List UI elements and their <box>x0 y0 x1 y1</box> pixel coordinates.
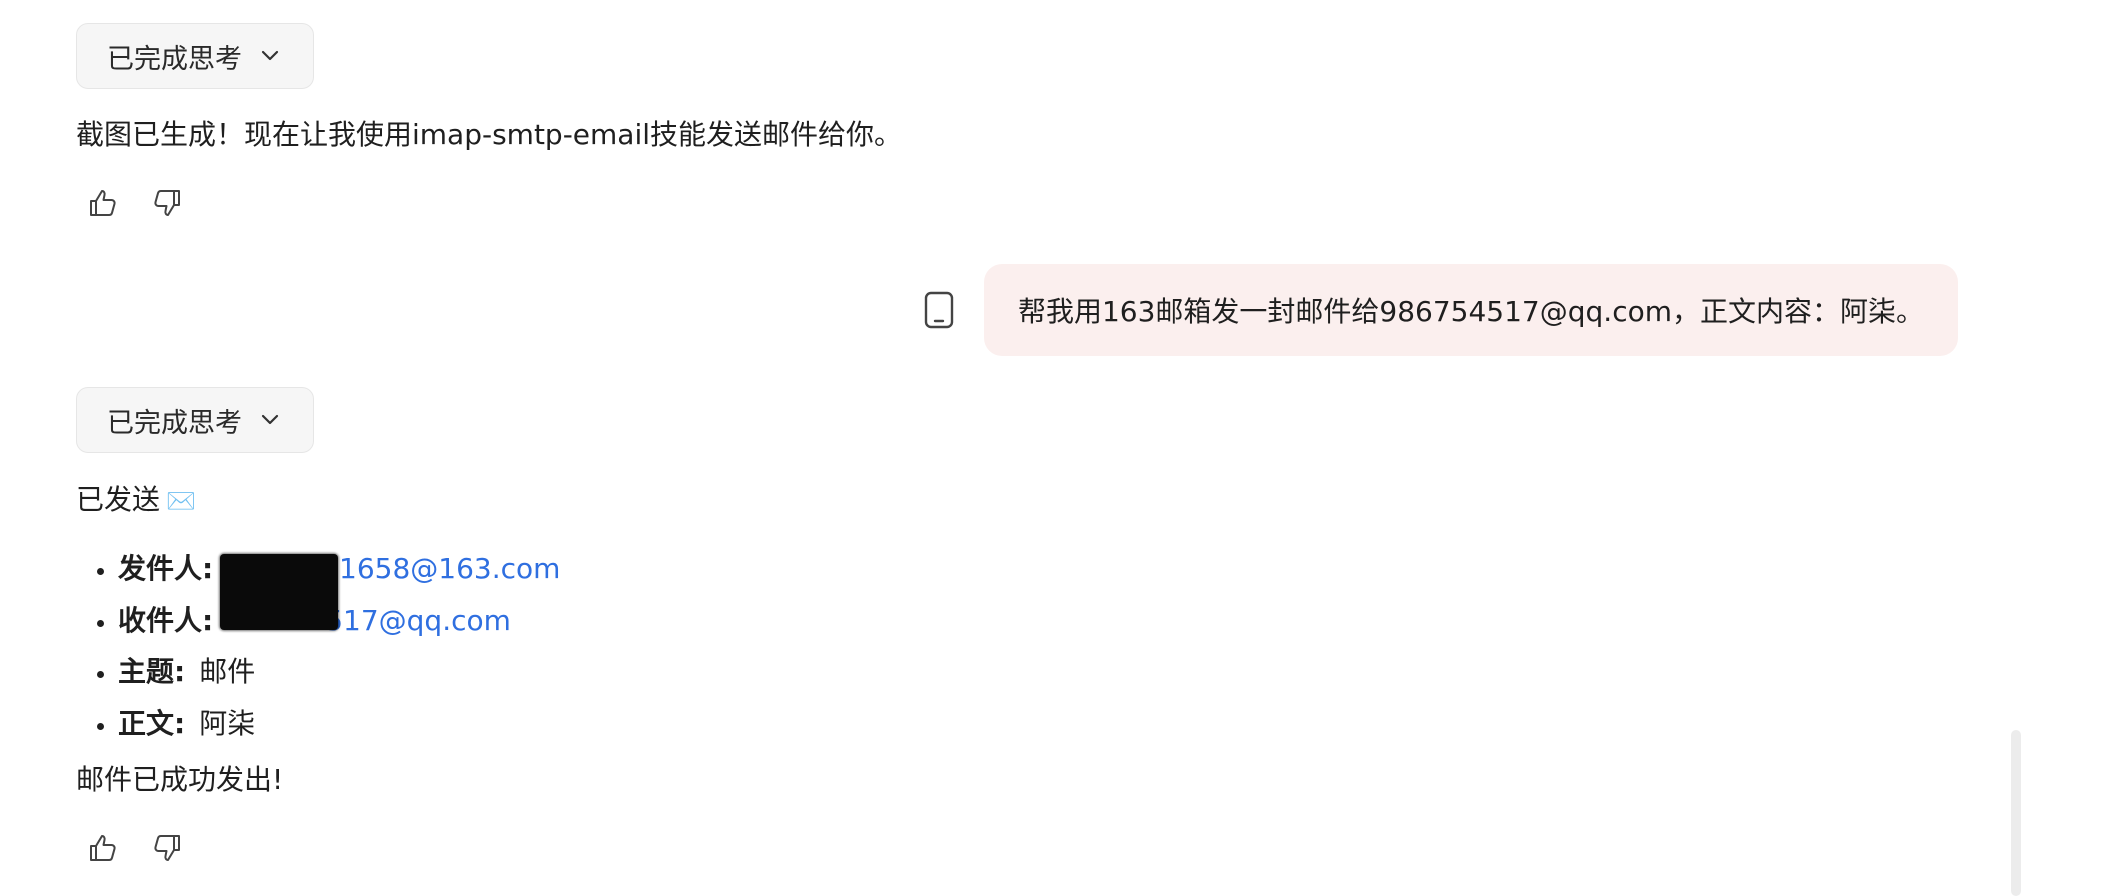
recipient-label: 收件人: <box>118 603 214 637</box>
list-item: 主题: 邮件 <box>118 646 560 698</box>
sender-label: 发件人: <box>118 552 214 585</box>
assistant-message-text: 截图已生成！现在让我使用imap-smtp-email技能发送邮件给你。 <box>76 118 903 151</box>
recipient-email-link[interactable]: 517@qq.com <box>325 604 511 637</box>
user-message-text: 帮我用163邮箱发一封邮件给986754517@qq.com，正文内容：阿柒。 <box>1017 295 1924 328</box>
sender-email-link[interactable]: 41658@163.com <box>321 552 560 585</box>
chevron-down-icon <box>260 410 280 430</box>
envelope-icon: ✉️ <box>166 487 196 515</box>
thumbs-down-icon[interactable] <box>150 831 184 865</box>
body-value: 阿柒 <box>199 706 256 740</box>
feedback-row <box>86 186 184 220</box>
list-item: 收件人: 517@qq.com <box>118 595 560 647</box>
thinking-toggle-button[interactable]: 已完成思考 <box>76 23 314 89</box>
list-item: 正文: 阿柒 <box>118 698 560 750</box>
user-message-row: 帮我用163邮箱发一封邮件给986754517@qq.com，正文内容：阿柒。 <box>922 264 1958 356</box>
body-label: 正文: <box>118 706 186 740</box>
scrollbar[interactable] <box>2011 730 2021 896</box>
redaction-block <box>220 554 338 630</box>
sent-status-text: 已发送 <box>76 483 161 516</box>
thinking-toggle-label: 已完成思考 <box>107 43 242 75</box>
sent-status-line: 已发送 ✉️ <box>76 480 196 521</box>
thumbs-down-icon[interactable] <box>150 186 184 220</box>
subject-label: 主题: <box>118 655 186 688</box>
thinking-toggle-label: 已完成思考 <box>107 407 242 439</box>
thumbs-up-icon[interactable] <box>86 831 120 865</box>
thinking-toggle-button[interactable]: 已完成思考 <box>76 387 314 453</box>
subject-value: 邮件 <box>199 655 256 688</box>
chevron-down-icon <box>260 46 280 66</box>
feedback-row <box>86 831 184 865</box>
list-item: 发件人: 41658@163.com <box>118 543 560 595</box>
thumbs-up-icon[interactable] <box>86 186 120 220</box>
user-message-bubble: 帮我用163邮箱发一封邮件给986754517@qq.com，正文内容：阿柒。 <box>983 264 1958 356</box>
success-message-text: 邮件已成功发出! <box>76 763 284 796</box>
phone-device-icon <box>922 290 956 330</box>
